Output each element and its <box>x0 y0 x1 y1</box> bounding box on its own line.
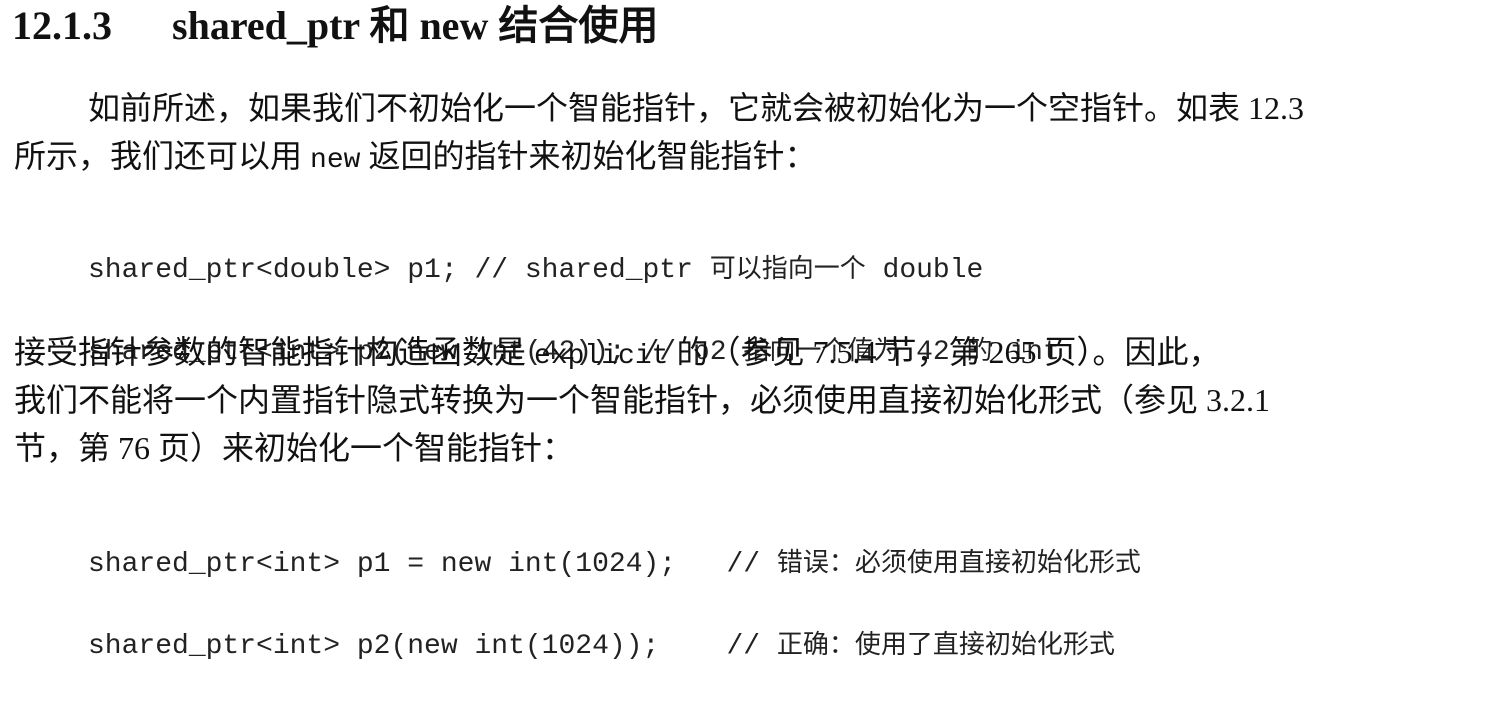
code-line: shared_ptr<double> p1; // shared_ptr 可以指… <box>88 246 1468 292</box>
code-text: shared_ptr<double> p1; // shared_ptr <box>88 255 710 286</box>
inline-code: explicit <box>534 341 669 372</box>
code-text: double <box>865 255 984 286</box>
paragraph-line: 如前所述，如果我们不初始化一个智能指针，它就会被初始化为一个空指针。如表 12.… <box>14 84 1474 132</box>
book-page: 12.1.3 shared_ptr 和 new 结合使用 如前所述，如果我们不初… <box>0 0 1486 662</box>
paragraph-line: 接受指针参数的智能指针构造函数是 explicit 的（参见 7.5.4 节，第… <box>14 328 1474 376</box>
section-number: 12.1.3 <box>12 3 112 48</box>
code-comment: 正确：使用了直接初始化形式 <box>776 630 1115 659</box>
code-text: shared_ptr<int> p2(new int(1024)); // <box>88 631 777 662</box>
code-comment: 错误：必须使用直接初始化形式 <box>776 548 1141 577</box>
paragraph-text: 的（参见 7.5.4 节，第 265 页）。因此， <box>668 334 1221 370</box>
paragraph-line: 所示，我们还可以用 new 返回的指针来初始化智能指针： <box>14 132 1474 180</box>
paragraph-text: 节，第 76 页）来初始化一个智能指针： <box>14 430 575 466</box>
paragraph-text: 返回的指针来初始化智能指针： <box>360 138 817 174</box>
code-line: shared_ptr<int> p1 = new int(1024); // 错… <box>88 540 1468 586</box>
code-line: shared_ptr<int> p2(new int(1024)); // 正确… <box>88 622 1468 668</box>
paragraph-line: 节，第 76 页）来初始化一个智能指针： <box>14 424 1474 472</box>
paragraph-intro: 如前所述，如果我们不初始化一个智能指针，它就会被初始化为一个空指针。如表 12.… <box>14 84 1474 180</box>
paragraph-explicit: 接受指针参数的智能指针构造函数是 explicit 的（参见 7.5.4 节，第… <box>14 328 1474 472</box>
code-comment: 可以指向一个 <box>709 254 866 283</box>
paragraph-text: 所示，我们还可以用 <box>14 138 311 174</box>
paragraph-text: 如前所述，如果我们不初始化一个智能指针，它就会被初始化为一个空指针。如表 12.… <box>88 90 1305 126</box>
code-text: shared_ptr<int> p1 = new int(1024); // <box>88 549 777 580</box>
section-title: 12.1.3 shared_ptr 和 new 结合使用 <box>12 0 658 52</box>
paragraph-line: 我们不能将一个内置指针隐式转换为一个智能指针，必须使用直接初始化形式（参见 3.… <box>14 376 1474 424</box>
inline-code: new <box>310 145 361 176</box>
paragraph-text: 我们不能将一个内置指针隐式转换为一个智能指针，必须使用直接初始化形式（参见 3.… <box>14 382 1271 418</box>
code-example-2: shared_ptr<int> p1 = new int(1024); // 错… <box>88 504 1468 704</box>
paragraph-text: 接受指针参数的智能指针构造函数是 <box>14 334 535 370</box>
section-heading: shared_ptr 和 new 结合使用 <box>172 3 659 48</box>
